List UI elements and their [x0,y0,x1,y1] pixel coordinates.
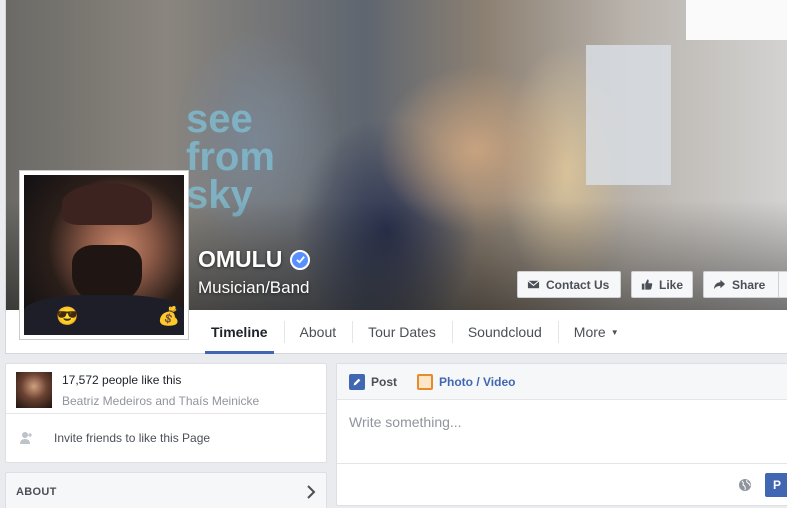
tab-tour-dates[interactable]: Tour Dates [352,310,452,354]
tab-label: Soundcloud [467,324,542,340]
like-label: Like [658,277,683,292]
likes-text: 17,572 people like this Beatriz Medeiros… [62,372,259,408]
composer-tab-label: Photo / Video [439,374,516,389]
cover-sky [686,0,787,40]
tab-label: Timeline [211,324,268,340]
composer-tab-label: Post [371,374,398,389]
about-label: ABOUT [16,486,57,498]
facebook-page: see from sky 😎 💰 OMULU Musician/Band Con… [0,0,787,508]
verified-badge-icon [290,249,311,270]
like-page-button[interactable]: Like [631,271,693,298]
globe-icon[interactable] [738,478,752,492]
tab-more[interactable]: More ▼ [557,310,635,354]
thumbs-up-icon [641,279,653,290]
tab-about[interactable]: About [283,310,353,354]
cover-shirt-print: see from sky [186,97,296,215]
contact-us-label: Contact Us [546,277,610,292]
tab-soundcloud[interactable]: Soundcloud [451,310,558,354]
friends-who-like[interactable]: Beatriz Medeiros and Thaís Meinicke [62,394,259,408]
post-button[interactable]: P [765,472,787,497]
more-options-button[interactable] [778,271,787,298]
invite-friends-row[interactable]: Invite friends to like this Page [6,414,326,462]
contact-us-button[interactable]: Contact Us [517,271,621,298]
pencil-icon [349,373,365,390]
share-label: Share [732,277,766,292]
about-section-header[interactable]: ABOUT [5,472,327,508]
page-category: Musician/Band [198,278,310,297]
profile-picture[interactable]: 😎 💰 [19,170,189,340]
cover-panel [586,45,671,185]
page-title: OMULU [198,246,311,273]
photo-icon [417,373,434,390]
money-bag-emoji-icon: 💰 [157,306,180,326]
tab-label: Tour Dates [368,324,436,340]
share-arrow-icon [713,279,726,290]
composer-tabs: Post Photo / Video [337,364,787,400]
likes-card: 17,572 people like this Beatriz Medeiros… [5,363,327,463]
post-composer: Post Photo / Video Write something... P [336,363,787,506]
share-button[interactable]: Share [703,271,783,298]
person-add-icon [20,432,32,444]
friend-avatar [16,372,52,408]
composer-tab-photo-video[interactable]: Photo / Video [417,373,516,390]
composer-footer: P [337,463,787,505]
composer-tab-post[interactable]: Post [349,373,398,390]
tab-timeline[interactable]: Timeline [195,310,284,354]
shirt-word: see [186,97,253,141]
tab-label: More [573,324,606,340]
profile-photo: 😎 💰 [24,175,184,335]
caret-down-icon: ▼ [610,327,619,337]
envelope-icon [527,280,540,289]
likes-count: 17,572 people like this [62,373,182,387]
chevron-right-icon [307,485,316,499]
likes-summary[interactable]: 17,572 people like this Beatriz Medeiros… [6,364,326,414]
page-name-text: OMULU [198,246,283,272]
cap-shape [62,183,152,225]
sunglasses-emoji-icon: 😎 [56,306,79,326]
write-something-input[interactable]: Write something... [337,400,787,464]
invite-label: Invite friends to like this Page [54,431,211,445]
shirt-word: from [186,135,275,179]
tab-label: About [299,324,337,340]
